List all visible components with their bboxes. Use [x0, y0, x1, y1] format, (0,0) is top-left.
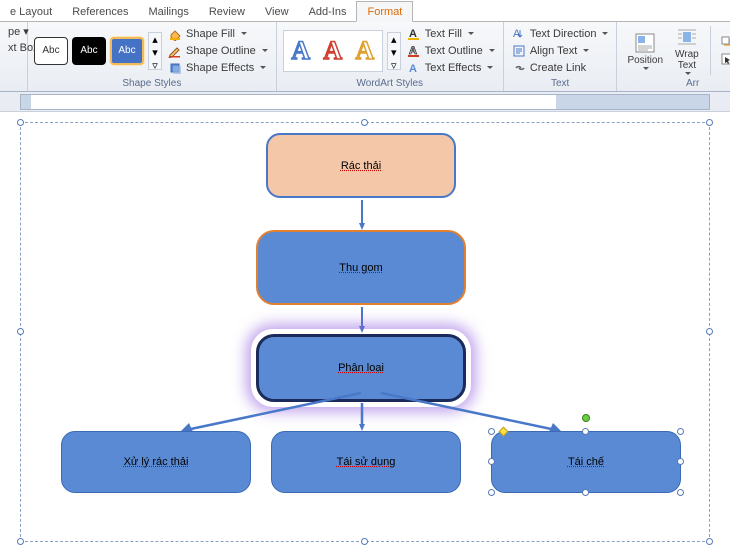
rotate-handle[interactable]: [582, 414, 590, 422]
wordart-style-3[interactable]: A: [350, 33, 380, 69]
shape-thu-gom[interactable]: Thu gom: [256, 230, 466, 305]
shape-tai-su-dung[interactable]: Tái sử dụng: [271, 431, 461, 493]
bring-forward-icon: [720, 35, 730, 49]
tab-page-layout[interactable]: e Layout: [0, 2, 62, 21]
pencil-icon: [168, 44, 182, 58]
arrow-3b[interactable]: [359, 403, 365, 431]
document-area: Rác thải Thu gom Phân loại Xử lý rác thả…: [0, 112, 730, 553]
text-outline-icon: A: [407, 44, 421, 58]
shape-style-expand[interactable]: ▴▾▿: [148, 32, 162, 70]
text-fill-button[interactable]: AText Fill: [405, 26, 497, 42]
ribbon: pe ▾ xt Box Abc Abc Abc ▴▾▿ Shape Fill S…: [0, 22, 730, 92]
bring-forward-button[interactable]: Brin: [718, 34, 730, 50]
text-direction-button[interactable]: AText Direction: [510, 26, 611, 42]
group-title-shape-styles: Shape Styles: [34, 77, 270, 91]
text-effects-button[interactable]: AText Effects: [405, 60, 497, 76]
wordart-style-1[interactable]: A: [286, 33, 316, 69]
selection-pane-button[interactable]: Sele: [718, 51, 730, 67]
position-button[interactable]: Position: [623, 30, 667, 72]
text-outline-button[interactable]: AText Outline: [405, 43, 497, 59]
page: Rác thải Thu gom Phân loại Xử lý rác thả…: [0, 112, 730, 553]
align-text-icon: [512, 44, 526, 58]
group-title-text: Text: [510, 77, 611, 91]
align-text-button[interactable]: Align Text: [510, 43, 611, 59]
tab-mailings[interactable]: Mailings: [138, 2, 198, 21]
horizontal-ruler[interactable]: [0, 92, 730, 112]
arrow-1[interactable]: [359, 200, 365, 230]
shape-tai-che[interactable]: Tái chế: [491, 431, 681, 493]
shape-xu-ly[interactable]: Xử lý rác thải: [61, 431, 251, 493]
tab-review[interactable]: Review: [199, 2, 255, 21]
shape-style-gallery[interactable]: Abc Abc Abc: [34, 37, 144, 65]
shape-fill-button[interactable]: Shape Fill: [166, 26, 270, 42]
text-direction-icon: A: [512, 27, 526, 41]
svg-text:A: A: [409, 63, 417, 75]
text-effects-icon: A: [407, 61, 421, 75]
wrap-text-icon: [676, 26, 698, 48]
tab-format[interactable]: Format: [356, 1, 413, 22]
wordart-expand[interactable]: ▴▾▿: [387, 32, 401, 70]
tab-references[interactable]: References: [62, 2, 138, 21]
paint-bucket-icon: [168, 27, 182, 41]
shape-outline-button[interactable]: Shape Outline: [166, 43, 270, 59]
position-icon: [634, 32, 656, 54]
wordart-gallery[interactable]: A A A: [283, 30, 383, 72]
shape-style-3[interactable]: Abc: [110, 37, 144, 65]
selection-pane-icon: [720, 52, 730, 66]
wordart-style-2[interactable]: A: [318, 33, 348, 69]
group-title-wordart: WordArt Styles: [283, 77, 497, 91]
shape-style-2[interactable]: Abc: [72, 37, 106, 65]
shape-style-1[interactable]: Abc: [34, 37, 68, 65]
group-title-arrange: Arr: [623, 77, 730, 91]
text-fill-icon: A: [407, 27, 421, 41]
create-link-button[interactable]: Create Link: [510, 60, 611, 76]
wrap-text-button[interactable]: Wrap Text: [671, 24, 703, 77]
link-icon: [512, 61, 526, 75]
shape-effects-button[interactable]: Shape Effects: [166, 60, 270, 76]
tab-addins[interactable]: Add-Ins: [299, 2, 357, 21]
ribbon-tabs: e Layout References Mailings Review View…: [0, 0, 730, 22]
shape-rac-thai[interactable]: Rác thải: [266, 133, 456, 198]
tab-view[interactable]: View: [255, 2, 299, 21]
drawing-canvas[interactable]: Rác thải Thu gom Phân loại Xử lý rác thả…: [20, 122, 710, 542]
effects-icon: [168, 61, 182, 75]
